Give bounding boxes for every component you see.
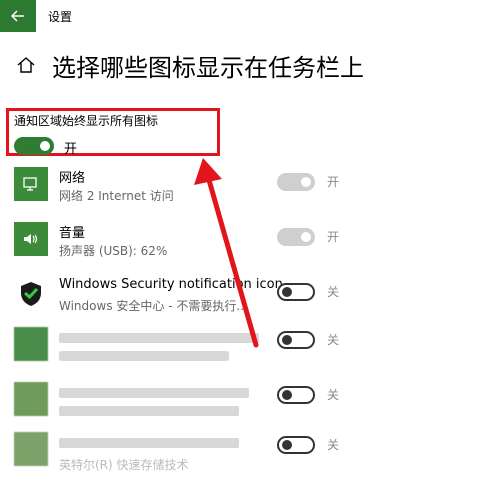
annotation-arrow xyxy=(194,158,259,348)
